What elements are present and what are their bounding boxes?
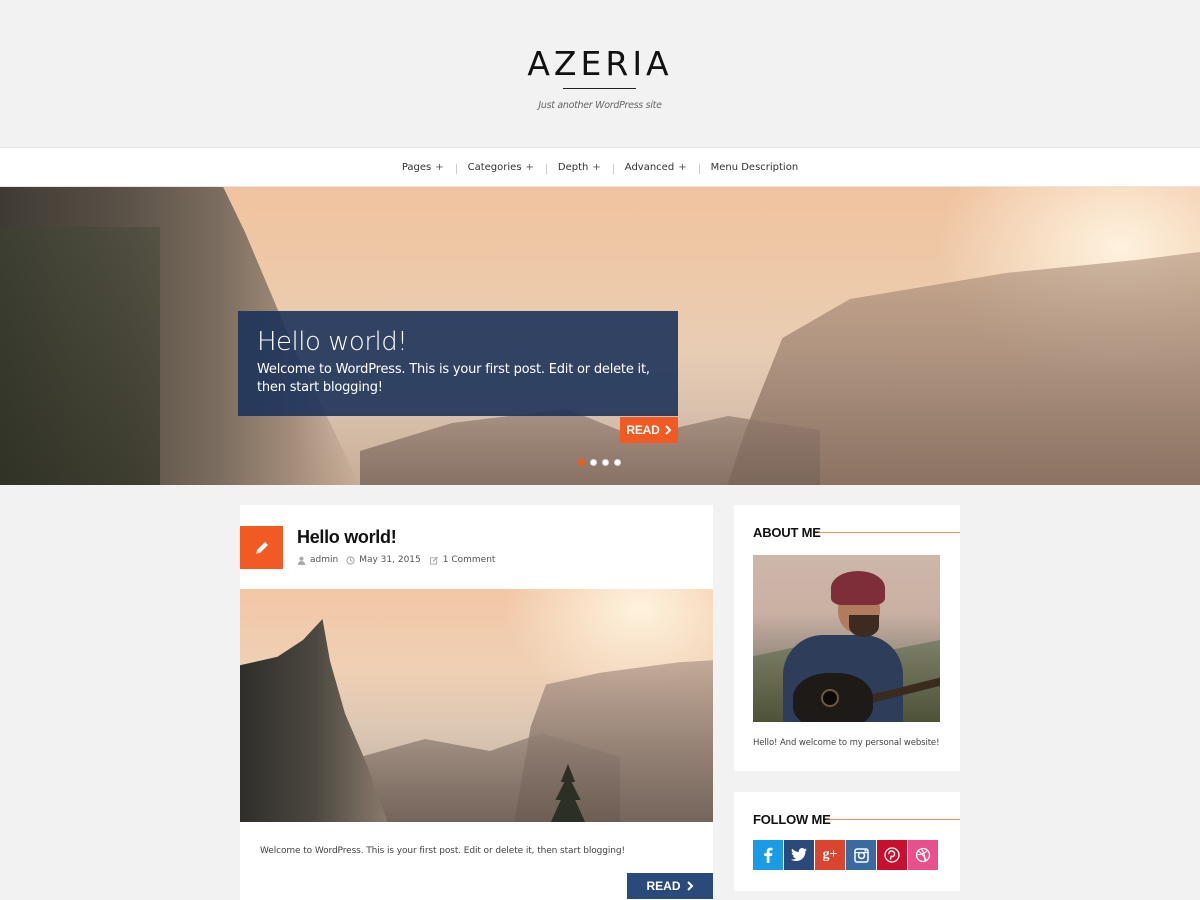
post-read-button[interactable]: READ (627, 873, 713, 899)
widget-title-rule (826, 819, 960, 820)
slider-dot[interactable] (578, 459, 585, 466)
facebook-icon[interactable] (753, 840, 783, 870)
photo-beard (849, 615, 879, 637)
slider-dot[interactable] (614, 459, 621, 466)
chevron-right-icon (664, 425, 672, 435)
hero-trees (0, 227, 160, 485)
post-meta: admin May 31, 2015 1 Comment (297, 555, 503, 565)
post-excerpt: Welcome to WordPress. This is your first… (260, 846, 626, 856)
about-me-widget: ABOUT ME Hello! And welcome to my person… (734, 505, 960, 771)
nav-item-categories[interactable]: Categories + (455, 161, 546, 174)
edit-comment-icon (429, 555, 438, 565)
nav-item-menu-description[interactable]: Menu Description (698, 161, 811, 174)
twitter-icon[interactable] (784, 840, 814, 870)
post-title[interactable]: Hello world! (297, 527, 397, 548)
instagram-icon[interactable] (846, 840, 876, 870)
post-comments-text: 1 Comment (442, 555, 496, 565)
post-date[interactable]: May 31, 2015 (346, 555, 421, 565)
slider-pagination (578, 459, 621, 466)
hero-excerpt: Welcome to WordPress. This is your first… (257, 362, 650, 395)
photo-beanie (831, 571, 885, 605)
social-links: g+ (753, 840, 938, 870)
post-author[interactable]: admin (297, 555, 338, 565)
title-divider (563, 88, 636, 89)
nav-item-label: Menu Description (710, 161, 799, 173)
expand-plus-icon: + (435, 161, 444, 173)
about-photo (753, 555, 940, 722)
nav-item-pages[interactable]: Pages + (390, 162, 456, 173)
site-tagline: Just another WordPress site (538, 100, 662, 111)
post-date-text: May 31, 2015 (359, 555, 421, 565)
hero-caption: Hello world! Welcome to WordPress. This … (238, 311, 678, 416)
widget-title: FOLLOW ME (753, 812, 831, 827)
slider-dot[interactable] (602, 459, 609, 466)
image-cliff (240, 619, 390, 822)
post-comments[interactable]: 1 Comment (429, 555, 496, 565)
post-format-badge (240, 526, 283, 569)
nav-item-label: Pages (401, 161, 432, 173)
pinterest-icon[interactable] (877, 840, 907, 870)
chevron-right-icon (686, 881, 693, 891)
nav-item-advanced[interactable]: Advanced + (612, 161, 699, 174)
google-plus-icon[interactable]: g+ (815, 840, 845, 870)
hero-slider: Hello world! Welcome to WordPress. This … (0, 187, 1200, 485)
hero-read-button[interactable]: READ (620, 417, 678, 443)
post-card: Hello world! admin May 31, 2015 1 Commen… (240, 505, 713, 900)
widget-title-rule (818, 532, 960, 533)
user-icon (297, 556, 306, 565)
post-author-name: admin (310, 555, 339, 565)
about-text: Hello! And welcome to my personal websit… (753, 738, 940, 748)
expand-plus-icon: + (525, 161, 534, 173)
photo-guitar-hole (821, 689, 839, 707)
post-read-label: READ (646, 879, 681, 893)
follow-me-widget: FOLLOW ME g+ (734, 792, 960, 891)
nav-item-label: Advanced (624, 161, 675, 173)
site-header: AZERIA Just another WordPress site (0, 0, 1200, 147)
nav-item-label: Depth (557, 161, 589, 173)
dribbble-icon[interactable] (908, 840, 938, 870)
clock-icon (346, 555, 355, 565)
nav-item-label: Categories (467, 161, 522, 173)
pencil-icon (255, 541, 268, 554)
post-featured-image[interactable] (240, 589, 713, 822)
slider-dot[interactable] (590, 459, 597, 466)
expand-plus-icon: + (678, 161, 687, 173)
widget-title: ABOUT ME (753, 525, 821, 540)
expand-plus-icon: + (592, 161, 601, 173)
hero-title[interactable]: Hello world! (257, 325, 659, 359)
main-navigation: Pages + Categories + Depth + Advanced + … (0, 147, 1200, 187)
nav-item-depth[interactable]: Depth + (545, 161, 613, 174)
site-title[interactable]: AZERIA (0, 44, 1200, 83)
hero-read-label: READ (626, 423, 660, 437)
